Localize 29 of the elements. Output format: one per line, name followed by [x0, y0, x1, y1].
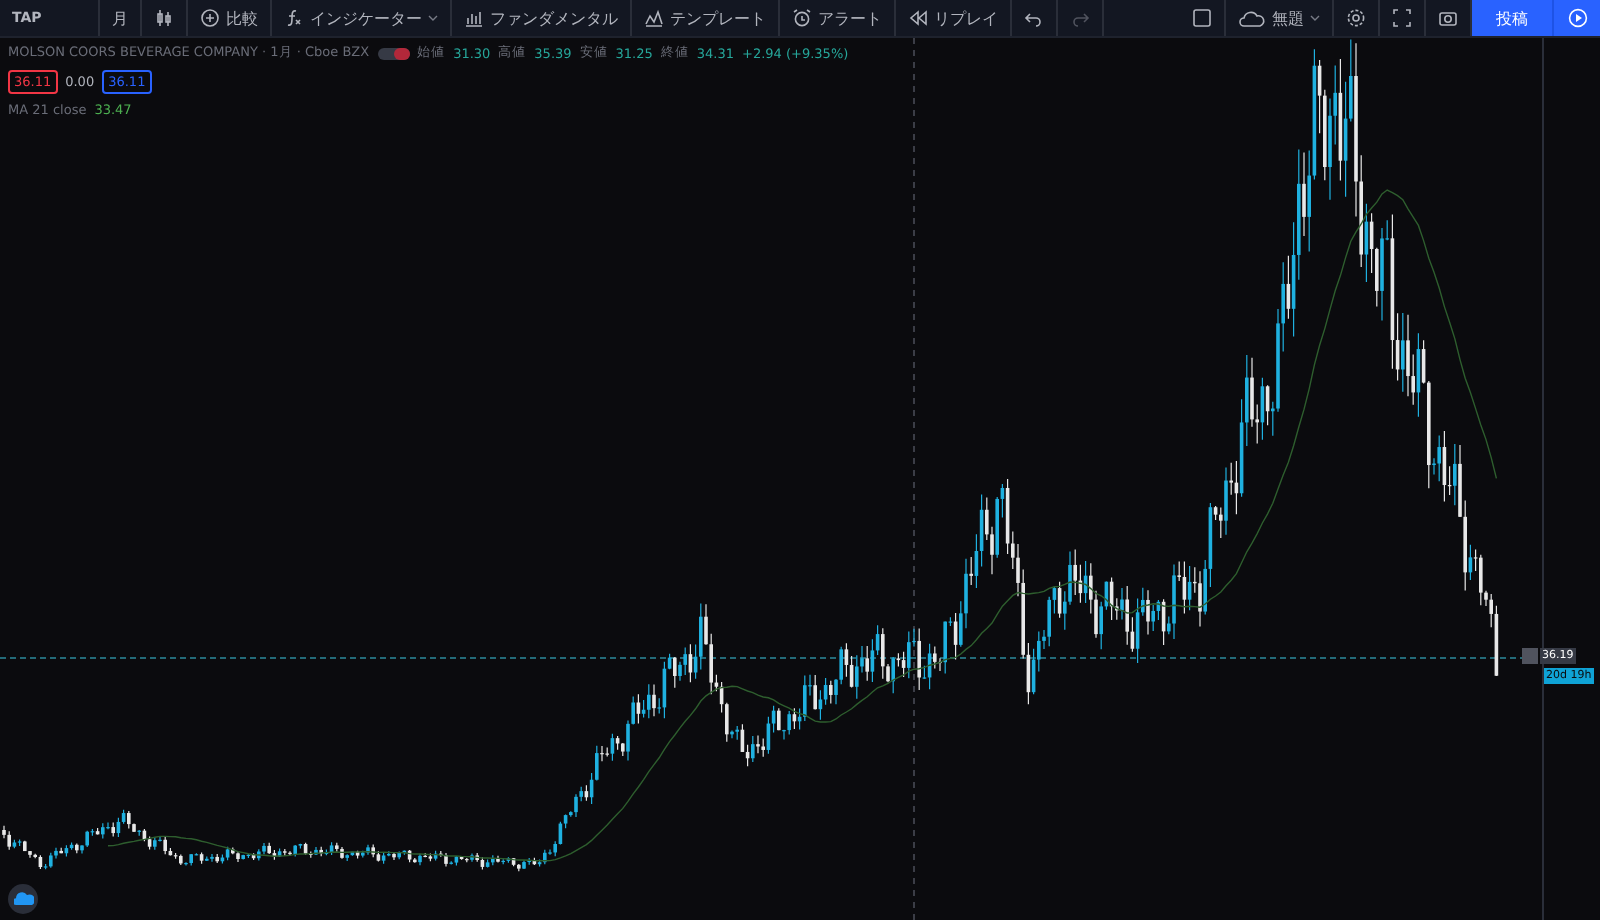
candlestick-icon — [154, 8, 174, 28]
settings-icon — [1346, 8, 1366, 28]
template-icon — [644, 8, 664, 28]
fullscreen-icon — [1392, 8, 1412, 28]
rewind-icon — [908, 8, 928, 28]
caret-icon — [428, 14, 438, 22]
visibility-icon[interactable] — [377, 47, 410, 59]
camera-icon — [1438, 8, 1458, 28]
alarm-clock-icon — [792, 8, 812, 28]
redo-icon — [1070, 8, 1090, 28]
undo-icon — [1024, 8, 1044, 28]
layout-name-button[interactable]: 無題 — [1226, 0, 1334, 36]
indicators-button[interactable]: インジケーター — [272, 0, 452, 36]
bar-chart-icon — [464, 8, 484, 28]
compare-button[interactable]: 比較 — [188, 0, 272, 36]
alert-button[interactable]: アラート — [780, 0, 896, 36]
play-icon — [1567, 8, 1587, 28]
cloud-icon — [1238, 9, 1266, 27]
caret-icon — [1310, 14, 1320, 22]
plus-circle-icon — [200, 8, 220, 28]
interval-button[interactable]: 月 — [100, 0, 142, 36]
logo-icon[interactable] — [8, 884, 38, 914]
templates-button[interactable]: テンプレート — [632, 0, 780, 36]
play-button[interactable] — [1552, 0, 1600, 36]
function-icon — [284, 8, 304, 28]
publish-button[interactable]: 投稿 — [1472, 0, 1552, 36]
square-icon — [1192, 8, 1212, 28]
replay-button[interactable]: リプレイ — [896, 0, 1012, 36]
fundamentals-button[interactable]: ファンダメンタル — [452, 0, 632, 36]
